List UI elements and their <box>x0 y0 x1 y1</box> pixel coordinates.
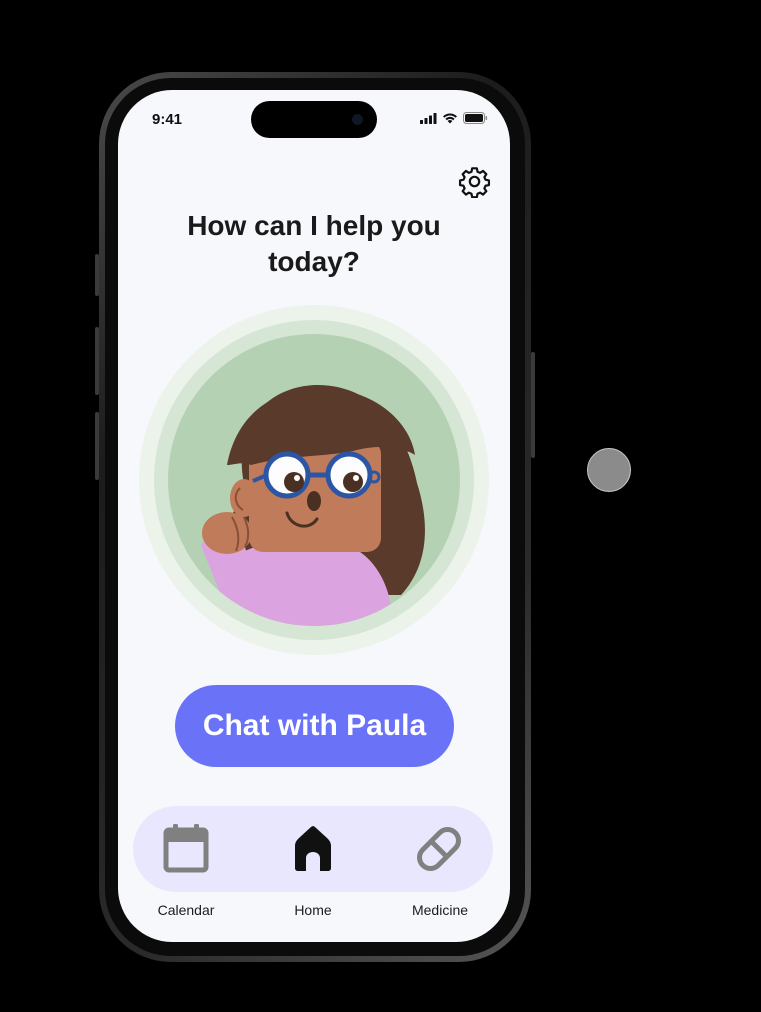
nav-label-medicine: Medicine <box>411 902 469 918</box>
nav-label-home: Home <box>294 902 332 918</box>
assistive-touch-button[interactable] <box>587 448 631 492</box>
assistant-avatar <box>139 305 489 655</box>
chat-with-paula-button[interactable]: Chat with Paula <box>175 685 454 767</box>
nav-item-home[interactable]: Home <box>258 806 368 942</box>
volume-down-button <box>95 412 99 480</box>
front-camera-icon <box>352 114 363 125</box>
page-title: How can I help you today? <box>187 210 441 277</box>
power-button <box>531 352 535 458</box>
calendar-icon <box>163 824 209 873</box>
status-time: 9:41 <box>152 111 183 128</box>
pill-icon <box>417 827 461 871</box>
wifi-icon <box>443 113 457 124</box>
volume-up-button <box>95 327 99 395</box>
phone-screen: 9:41 How can I help you today? Chat with… <box>118 90 510 942</box>
action-button <box>95 254 99 296</box>
status-icons <box>420 112 488 124</box>
nav-item-medicine[interactable]: Medicine <box>385 806 495 942</box>
nav-item-calendar[interactable]: Calendar <box>131 806 241 942</box>
signal-icon <box>420 112 437 124</box>
settings-gear-icon[interactable] <box>458 165 491 198</box>
battery-icon <box>463 112 488 124</box>
nav-label-calendar: Calendar <box>157 902 215 918</box>
dynamic-island <box>251 101 377 138</box>
home-icon <box>295 826 331 871</box>
